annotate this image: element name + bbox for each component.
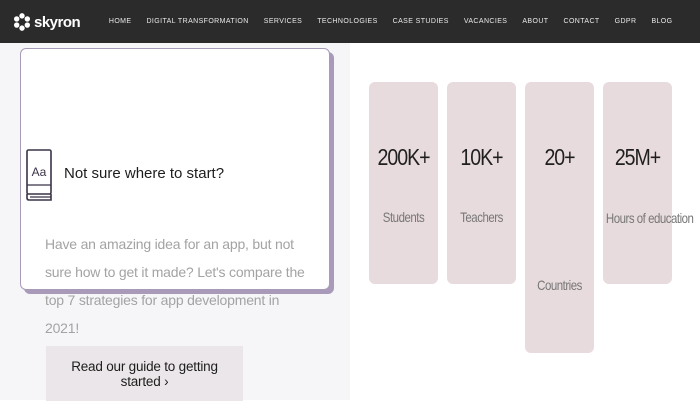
nav-case-studies[interactable]: CASE STUDIES: [385, 18, 456, 25]
nav-technologies[interactable]: TECHNOLOGIES: [310, 18, 385, 25]
stat-value: 10K+: [460, 144, 503, 170]
stat-label: Students: [382, 209, 425, 225]
stat-value: 25M+: [614, 144, 661, 170]
getting-started-section: Aa Not sure where to start? Have an amaz…: [0, 43, 350, 401]
top-navbar: skyron HOME DIGITAL TRANSFORMATION SERVI…: [0, 0, 700, 43]
nav-gdpr[interactable]: GDPR: [607, 18, 644, 25]
card-title: Not sure where to start?: [64, 165, 225, 182]
nav-digital-transformation[interactable]: DIGITAL TRANSFORMATION: [139, 18, 256, 25]
brand-name: skyron: [34, 13, 81, 31]
stat-label: Countries: [537, 277, 582, 293]
stat-card-countries: 20+ Countries: [525, 82, 594, 353]
stat-label: Hours of education: [605, 210, 694, 226]
nav-vacancies[interactable]: VACANCIES: [456, 18, 515, 25]
brand-logo[interactable]: skyron: [13, 11, 81, 33]
gear-flower-logo-icon: [13, 13, 31, 31]
main-navigation: HOME DIGITAL TRANSFORMATION SERVICES TEC…: [101, 0, 680, 43]
book-icon-text: Aa: [32, 165, 47, 179]
card-description: Have an amazing idea for an app, but not…: [45, 236, 305, 336]
nav-blog[interactable]: BLOG: [644, 18, 680, 25]
nav-contact[interactable]: CONTACT: [556, 18, 607, 25]
read-guide-button[interactable]: Read our guide to getting started ›: [46, 346, 243, 401]
nav-services[interactable]: SERVICES: [256, 18, 309, 25]
stat-card-hours: 25M+ Hours of education: [603, 82, 694, 284]
dictionary-book-icon: Aa: [26, 149, 52, 201]
stat-value: 20+: [544, 144, 575, 170]
stat-card-students: 200K+ Students: [369, 82, 438, 284]
stat-card-teachers: 10K+ Teachers: [447, 82, 516, 284]
stat-label: Teachers: [460, 209, 503, 225]
stat-value: 200K+: [377, 144, 431, 170]
nav-home[interactable]: HOME: [101, 18, 139, 25]
nav-about[interactable]: ABOUT: [515, 18, 556, 25]
